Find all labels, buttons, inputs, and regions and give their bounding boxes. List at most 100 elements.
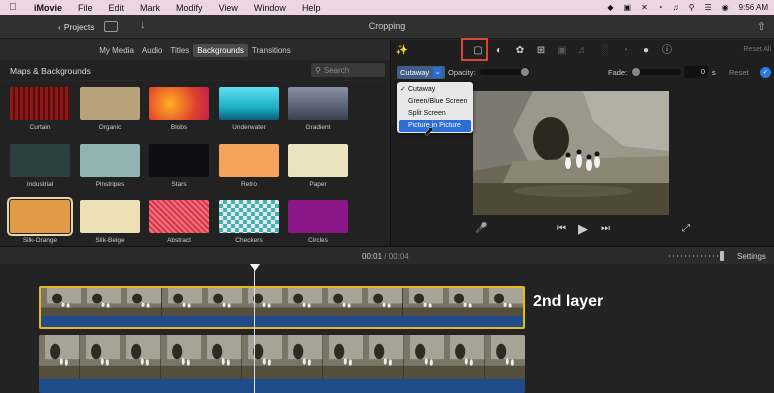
background-thumbnail (80, 200, 140, 233)
skip-back-icon[interactable]: ⏮ (557, 223, 566, 234)
microphone-icon[interactable]: 🎤 (475, 223, 487, 234)
tab-backgrounds[interactable]: Backgrounds (193, 43, 248, 57)
background-industrial[interactable]: Industrial (9, 144, 71, 188)
tab-transitions[interactable]: Transitions (248, 44, 295, 57)
background-thumbnail (149, 144, 209, 177)
play-icon[interactable]: ▶ (578, 221, 588, 237)
fade-value-field[interactable]: 0 (684, 66, 708, 78)
clip-info-icon[interactable]: ⓘ (660, 44, 674, 58)
tab-audio[interactable]: Audio (138, 44, 166, 57)
opacity-slider-knob[interactable] (521, 68, 529, 76)
background-underwater[interactable]: Underwater (218, 87, 280, 131)
import-arrow-icon[interactable]: ↓ (140, 19, 146, 31)
tab-my-media[interactable]: My Media (95, 44, 138, 57)
browser-tabs: My Media Audio Titles Backgrounds Transi… (0, 40, 390, 60)
reset-all-button[interactable]: Reset All (743, 46, 771, 53)
background-label: Silk-Orange (22, 237, 58, 244)
menu-modify[interactable]: Modify (168, 3, 211, 13)
wifi-icon[interactable]: ◔ (658, 3, 663, 12)
fade-slider[interactable] (631, 68, 681, 76)
timeline-zoom-knob[interactable] (720, 251, 724, 261)
menubar-clock[interactable]: 9:56 AM (739, 3, 768, 12)
layer-annotation: 2nd layer (533, 293, 604, 310)
color-balance-icon[interactable]: ◐ (492, 44, 506, 58)
overlay-type-select[interactable]: Cutaway ⌄ (397, 66, 446, 79)
background-thumbnail (288, 87, 348, 120)
menu-help[interactable]: Help (294, 3, 329, 13)
projects-button[interactable]: ‹ Projects (52, 20, 101, 34)
menu-option-picture-in-picture[interactable]: Picture in Picture (399, 120, 471, 132)
clip-frame-thumbnail (442, 288, 483, 316)
overlay-clip-track[interactable] (39, 286, 525, 329)
menu-edit[interactable]: Edit (101, 3, 133, 13)
share-icon[interactable]: ⇧ (757, 20, 766, 33)
menu-option-split-screen[interactable]: Split Screen (397, 108, 473, 120)
menu-mark[interactable]: Mark (132, 3, 168, 13)
playback-controls: 🎤 ⏮ ▶ ⏭ ⤢ (391, 220, 774, 242)
crop-icon[interactable]: ⊞ (534, 44, 548, 58)
background-pinstripes[interactable]: Pinstripes (79, 144, 141, 188)
search-input[interactable] (323, 65, 380, 75)
clip-frame-thumbnail (120, 335, 161, 379)
background-checkers[interactable]: Checkers (218, 200, 280, 244)
bluetooth-icon[interactable]: ✕ (641, 3, 648, 12)
video-preview[interactable] (473, 91, 669, 215)
background-label: Blobs (170, 124, 188, 131)
dropbox-icon[interactable]: ◆ (607, 3, 613, 12)
reset-button[interactable]: Reset (729, 68, 749, 77)
menu-app-name[interactable]: iMovie (26, 3, 70, 13)
background-blobs[interactable]: Blobs (148, 87, 210, 131)
menu-view[interactable]: View (211, 3, 246, 13)
background-retro[interactable]: Retro (218, 144, 280, 188)
background-gradient[interactable]: Gradient (287, 87, 349, 131)
media-import-icon[interactable] (104, 21, 118, 32)
color-correction-icon[interactable]: ✿ (513, 44, 527, 58)
apply-checkmark-icon[interactable]: ✓ (760, 67, 771, 78)
overlay-clip-audio (41, 316, 523, 327)
overlay-select-value: Cutaway (400, 68, 430, 77)
search-field[interactable]: ⚲ (311, 63, 385, 77)
opacity-slider[interactable] (480, 68, 530, 76)
clip-filter-icon[interactable]: ● (639, 44, 653, 58)
control-center-icon[interactable]: ☰ (704, 3, 711, 12)
siri-icon[interactable]: ◉ (722, 3, 729, 12)
menu-file[interactable]: File (70, 3, 101, 13)
menu-option-green-blue-screen[interactable]: Green/Blue Screen (397, 96, 473, 108)
volume-icon[interactable]: ♬ (576, 44, 590, 58)
fullscreen-icon[interactable]: ⤢ (682, 223, 690, 234)
background-curtain[interactable]: Curtain (9, 87, 71, 131)
app-toolbar: ‹ Projects ↓ Cropping ⇧ (0, 15, 774, 39)
tab-titles[interactable]: Titles (166, 44, 193, 57)
adjustments-bar: ✨ ▢ ◐ ✿ ⊞ ▣ ♬ ░ ◔ ● ⓘ Reset All (391, 38, 774, 62)
menu-option-cutaway[interactable]: ✓ Cutaway (397, 84, 473, 96)
playhead-handle[interactable] (250, 264, 260, 271)
timeline-zoom-slider[interactable] (669, 255, 725, 257)
background-abstract[interactable]: Abstract (148, 200, 210, 244)
apple-icon[interactable]:  (0, 2, 26, 13)
search-icon[interactable]: ⚲ (689, 3, 695, 12)
background-silk-orange[interactable]: Silk-Orange (7, 197, 73, 244)
noise-reduction-icon[interactable]: ░ (597, 44, 611, 58)
menu-window[interactable]: Window (246, 3, 294, 13)
timeline-settings-button[interactable]: Settings (737, 252, 766, 261)
background-organic[interactable]: Organic (79, 87, 141, 131)
fade-label: Fade: (608, 68, 628, 77)
fade-slider-knob[interactable] (632, 68, 640, 76)
skip-forward-icon[interactable]: ⏭ (601, 223, 610, 234)
volume-icon[interactable]: ♫ (673, 3, 679, 12)
clip-frame-thumbnail (484, 335, 525, 379)
background-silk-beige[interactable]: Silk-Beige (79, 200, 141, 244)
speed-icon[interactable]: ◔ (618, 44, 632, 58)
clip-frame-thumbnail (241, 288, 283, 316)
clip-frame-thumbnail (241, 335, 282, 379)
clip-frame-thumbnail (362, 288, 403, 316)
magic-wand-icon[interactable]: ✨ (395, 44, 409, 58)
screen-record-icon[interactable]: ▣ (624, 3, 632, 12)
stabilization-icon[interactable]: ▣ (555, 44, 569, 58)
main-clip-track[interactable] (39, 335, 525, 393)
playhead[interactable] (254, 264, 255, 393)
background-thumbnail (288, 200, 348, 233)
background-stars[interactable]: Stars (148, 144, 210, 188)
background-circles[interactable]: Circles (287, 200, 349, 244)
background-paper[interactable]: Paper (287, 144, 349, 188)
